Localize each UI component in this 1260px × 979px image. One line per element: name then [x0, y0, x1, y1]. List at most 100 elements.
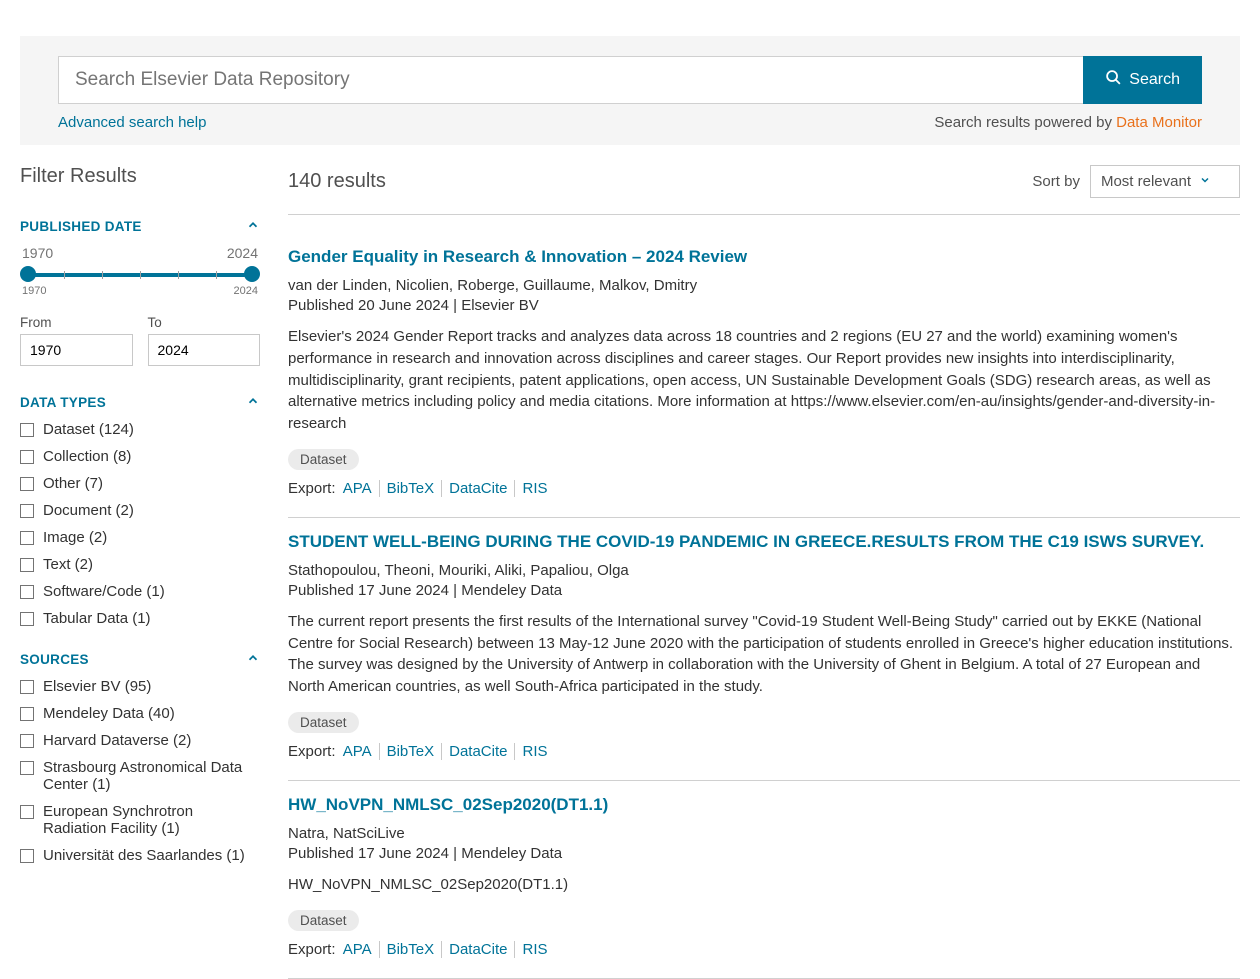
results-header: 140 results Sort by Most relevant: [288, 165, 1240, 215]
result-published: Published 17 June 2024 | Mendeley Data: [288, 582, 1240, 599]
checkbox-icon: [20, 734, 34, 748]
slider-bot-labels: 1970 2024: [20, 285, 260, 297]
checkbox-icon: [20, 423, 34, 437]
export-label: Export:: [288, 941, 340, 958]
facet-checkbox-item[interactable]: Tabular Data (1): [20, 610, 260, 627]
facet-header-data-types[interactable]: DATA TYPES: [20, 394, 260, 411]
facet-item-label: European Synchrotron Radiation Facility …: [43, 803, 260, 837]
export-format-link[interactable]: DataCite: [442, 480, 515, 497]
export-format-link[interactable]: BibTeX: [380, 480, 443, 497]
search-icon: [1105, 69, 1122, 91]
from-input[interactable]: [20, 334, 133, 366]
checkbox-icon: [20, 680, 34, 694]
export-label: Export:: [288, 743, 340, 760]
facet-checkbox-item[interactable]: Dataset (124): [20, 421, 260, 438]
facet-checkbox-item[interactable]: Universität des Saarlandes (1): [20, 847, 260, 864]
facet-header-published-date[interactable]: PUBLISHED DATE: [20, 218, 260, 235]
facet-checkbox-item[interactable]: Strasbourg Astronomical Data Center (1): [20, 759, 260, 793]
facet-item-label: Mendeley Data (40): [43, 705, 175, 722]
search-button-label: Search: [1129, 71, 1180, 89]
result-item: HW_NoVPN_NMLSC_02Sep2020(DT1.1)Natra, Na…: [288, 781, 1240, 979]
facet-checkbox-item[interactable]: European Synchrotron Radiation Facility …: [20, 803, 260, 837]
powered-by-prefix: Search results powered by: [934, 114, 1116, 131]
to-input[interactable]: [148, 334, 261, 366]
facet-item-label: Text (2): [43, 556, 93, 573]
chevron-up-icon: [246, 651, 260, 668]
sort-value: Most relevant: [1101, 173, 1191, 190]
to-label: To: [148, 315, 261, 330]
export-format-link[interactable]: APA: [340, 480, 380, 497]
checkbox-icon: [20, 805, 34, 819]
slider-top-labels: 1970 2024: [20, 245, 260, 261]
results-main: 140 results Sort by Most relevant Gender…: [288, 165, 1240, 979]
facet-item-label: Collection (8): [43, 448, 131, 465]
result-description: HW_NoVPN_NMLSC_02Sep2020(DT1.1): [288, 874, 1240, 896]
export-format-link[interactable]: RIS: [515, 743, 554, 760]
checkbox-icon: [20, 558, 34, 572]
facet-checkbox-item[interactable]: Harvard Dataverse (2): [20, 732, 260, 749]
facet-checkbox-item[interactable]: Image (2): [20, 529, 260, 546]
export-format-link[interactable]: DataCite: [442, 941, 515, 958]
facet-item-label: Document (2): [43, 502, 134, 519]
search-bar-container: Search Advanced search help Search resul…: [20, 36, 1240, 145]
facet-item-label: Software/Code (1): [43, 583, 165, 600]
facet-checkbox-item[interactable]: Software/Code (1): [20, 583, 260, 600]
result-authors: van der Linden, Nicolien, Roberge, Guill…: [288, 277, 1240, 294]
date-slider[interactable]: 1970 2024 1970 2024: [20, 245, 260, 297]
checkbox-icon: [20, 531, 34, 545]
facet-checkbox-item[interactable]: Document (2): [20, 502, 260, 519]
checkbox-icon: [20, 707, 34, 721]
export-format-link[interactable]: BibTeX: [380, 743, 443, 760]
result-published: Published 17 June 2024 | Mendeley Data: [288, 845, 1240, 862]
export-format-link[interactable]: BibTeX: [380, 941, 443, 958]
facet-published-date: PUBLISHED DATE 1970 2024: [20, 218, 260, 366]
facet-header-label: PUBLISHED DATE: [20, 219, 142, 234]
facet-item-label: Dataset (124): [43, 421, 134, 438]
facet-item-label: Universität des Saarlandes (1): [43, 847, 245, 864]
result-title-link[interactable]: Gender Equality in Research & Innovation…: [288, 247, 1240, 267]
export-format-link[interactable]: DataCite: [442, 743, 515, 760]
export-format-link[interactable]: APA: [340, 743, 380, 760]
facet-header-sources[interactable]: SOURCES: [20, 651, 260, 668]
facet-checkbox-item[interactable]: Other (7): [20, 475, 260, 492]
facet-item-label: Other (7): [43, 475, 103, 492]
search-meta-row: Advanced search help Search results powe…: [58, 114, 1202, 131]
powered-by-text: Search results powered by Data Monitor: [934, 114, 1202, 131]
slider-min-top: 1970: [22, 245, 53, 261]
facet-checkbox-item[interactable]: Collection (8): [20, 448, 260, 465]
facet-sources: SOURCES Elsevier BV (95) Mendeley Data (4…: [20, 651, 260, 864]
facet-data-types: DATA TYPES Dataset (124) Collection (8) Ot…: [20, 394, 260, 627]
slider-handle-min[interactable]: [20, 266, 36, 282]
search-input[interactable]: [58, 56, 1083, 104]
checkbox-icon: [20, 612, 34, 626]
facet-item-label: Strasbourg Astronomical Data Center (1): [43, 759, 260, 793]
filter-sidebar: Filter Results PUBLISHED DATE 1970 2024: [20, 165, 260, 979]
dataset-badge: Dataset: [288, 910, 359, 931]
export-format-link[interactable]: RIS: [515, 941, 554, 958]
result-item: STUDENT WELL-BEING DURING THE COVID-19 P…: [288, 518, 1240, 781]
export-row: Export: APABibTeXDataCiteRIS: [288, 743, 1240, 760]
facet-checkbox-item[interactable]: Mendeley Data (40): [20, 705, 260, 722]
facet-checkbox-item[interactable]: Text (2): [20, 556, 260, 573]
result-title-link[interactable]: STUDENT WELL-BEING DURING THE COVID-19 P…: [288, 532, 1240, 552]
slider-handle-max[interactable]: [244, 266, 260, 282]
data-monitor-link[interactable]: Data Monitor: [1116, 114, 1202, 131]
chevron-up-icon: [246, 218, 260, 235]
slider-max-bot: 2024: [234, 285, 258, 297]
advanced-search-link[interactable]: Advanced search help: [58, 114, 206, 131]
result-authors: Stathopoulou, Theoni, Mouriki, Aliki, Pa…: [288, 562, 1240, 579]
facet-checkbox-item[interactable]: Elsevier BV (95): [20, 678, 260, 695]
export-row: Export: APABibTeXDataCiteRIS: [288, 941, 1240, 958]
results-count: 140 results: [288, 170, 386, 193]
sort-control: Sort by Most relevant: [1032, 165, 1240, 198]
export-format-link[interactable]: RIS: [515, 480, 554, 497]
search-button[interactable]: Search: [1083, 56, 1202, 104]
result-title-link[interactable]: HW_NoVPN_NMLSC_02Sep2020(DT1.1): [288, 795, 1240, 815]
checkbox-icon: [20, 477, 34, 491]
result-item: Gender Equality in Research & Innovation…: [288, 233, 1240, 518]
export-row: Export: APABibTeXDataCiteRIS: [288, 480, 1240, 497]
export-format-link[interactable]: APA: [340, 941, 380, 958]
slider-track[interactable]: [26, 265, 254, 283]
slider-max-top: 2024: [227, 245, 258, 261]
sort-select[interactable]: Most relevant: [1090, 165, 1240, 198]
